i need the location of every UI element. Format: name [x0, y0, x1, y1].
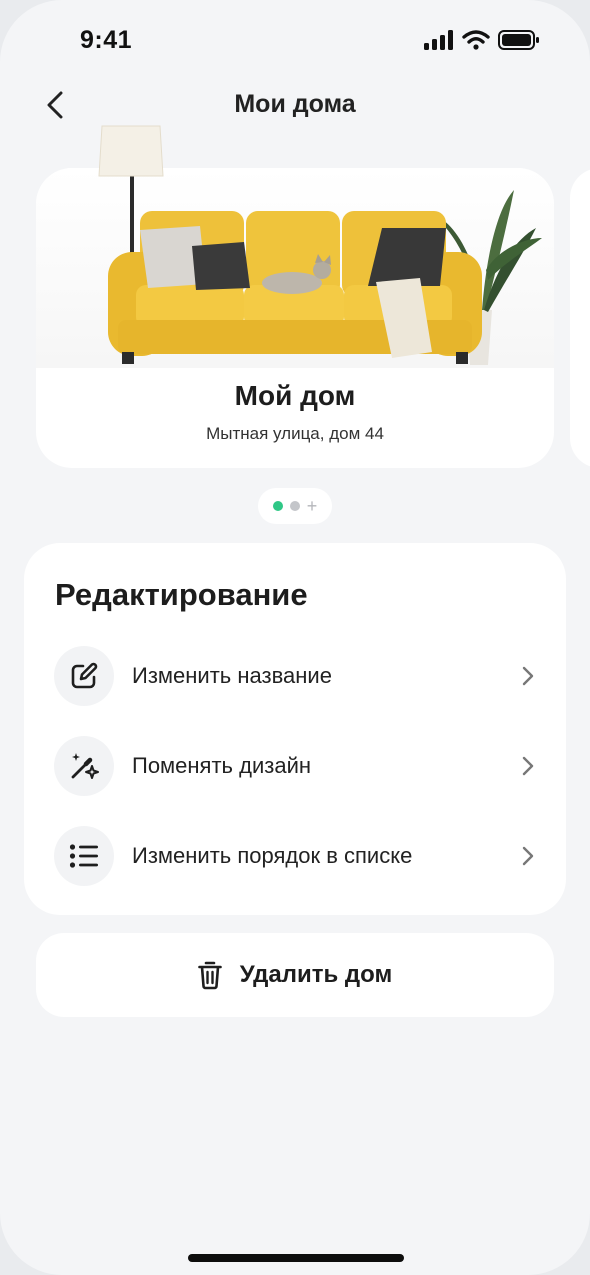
- home-address: Мытная улица, дом 44: [206, 424, 384, 443]
- trash-icon: [197, 961, 222, 990]
- reorder-list-item[interactable]: Изменить порядок в списке: [54, 825, 538, 887]
- phone-screen: 9:41 Мои дома Мой дом Мытная улица, дом …: [0, 0, 590, 1275]
- rename-home-item[interactable]: Изменить название: [54, 645, 538, 707]
- chevron-right-icon: [518, 756, 538, 776]
- section-title: Редактирование: [55, 577, 308, 612]
- chevron-right-icon: [518, 846, 538, 866]
- battery-icon: [498, 30, 539, 50]
- status-bar: 9:41: [0, 0, 590, 80]
- wifi-icon: [462, 30, 490, 50]
- sofa-illustration: [98, 125, 542, 365]
- home-name: Мой дом: [234, 380, 356, 411]
- reorder-list-label: Изменить порядок в списке: [132, 843, 413, 868]
- chevron-right-icon: [518, 666, 538, 686]
- magic-wand-icon: [54, 736, 114, 796]
- next-home-card-peek[interactable]: [570, 168, 590, 468]
- add-home-button[interactable]: +: [307, 497, 318, 515]
- rename-home-label: Изменить название: [132, 663, 332, 688]
- home-indicator[interactable]: [188, 1254, 404, 1262]
- change-design-label: Поменять дизайн: [132, 753, 312, 778]
- home-card[interactable]: Мой дом Мытная улица, дом 44: [36, 125, 554, 468]
- pager-dot[interactable]: [289, 501, 300, 511]
- pager-dot-active[interactable]: [272, 501, 283, 511]
- edit-icon: [54, 646, 114, 706]
- status-icons: [424, 30, 540, 50]
- delete-home-button[interactable]: Удалить дом: [36, 933, 554, 1017]
- delete-home-label: Удалить дом: [239, 961, 393, 988]
- change-design-item[interactable]: Поменять дизайн: [54, 735, 538, 797]
- page-title: Мои дома: [234, 90, 356, 118]
- list-icon: [54, 826, 114, 886]
- carousel-pager: +: [258, 488, 332, 524]
- edit-section: Редактирование Изменить название Поменят…: [24, 543, 566, 915]
- status-time: 9:41: [80, 26, 133, 54]
- cellular-signal-icon: [424, 30, 453, 50]
